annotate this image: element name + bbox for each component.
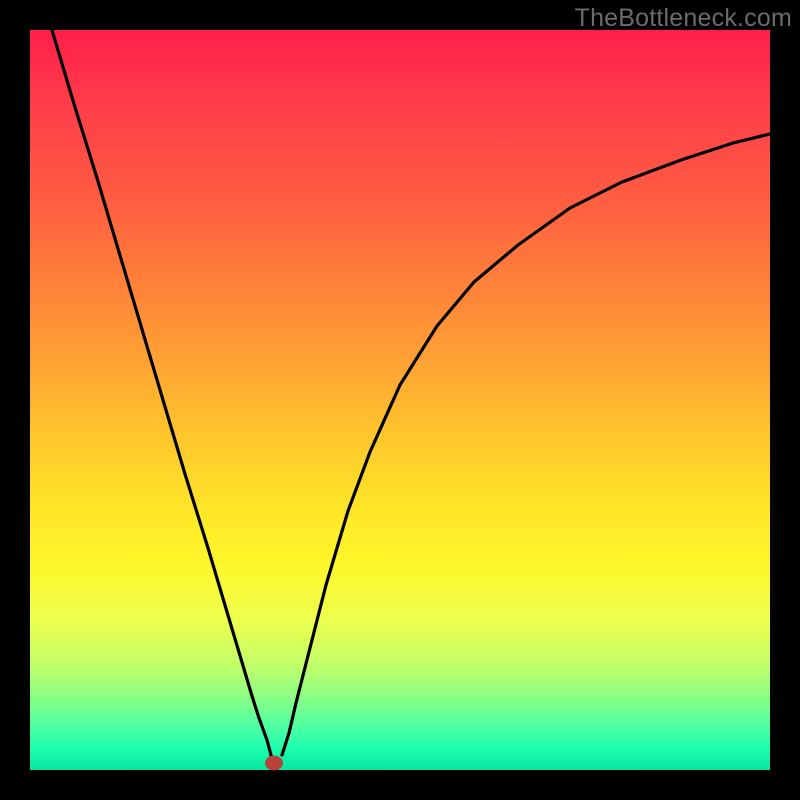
plot-area	[30, 30, 770, 770]
chart-frame: TheBottleneck.com	[0, 0, 800, 800]
minimum-marker	[265, 756, 283, 771]
watermark-text: TheBottleneck.com	[575, 4, 792, 33]
chart-svg	[30, 30, 770, 770]
curve-path	[52, 30, 770, 770]
